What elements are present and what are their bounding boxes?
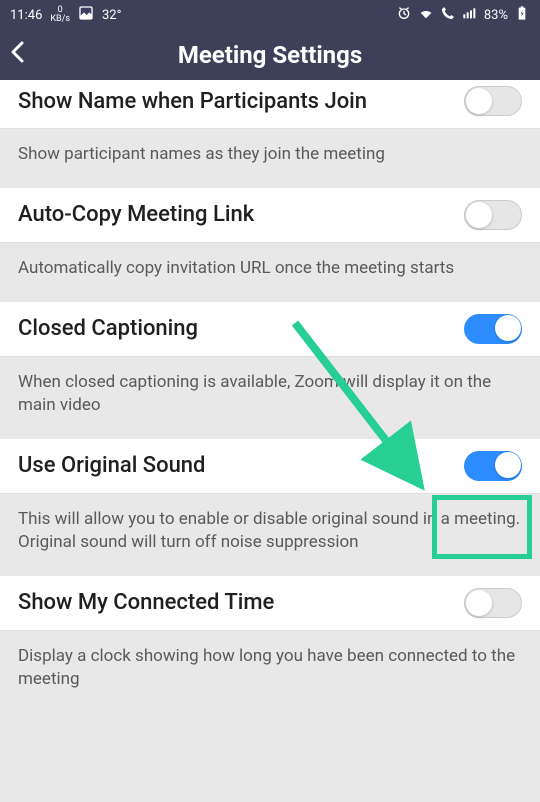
setting-title: Show My Connected Time [18,590,464,615]
status-battery: 83% [484,8,508,23]
status-time: 11:46 [10,8,42,23]
setting-desc: Show participant names as they join the … [0,129,540,188]
setting-row-show-name[interactable]: Show Name when Participants Join [0,80,540,129]
setting-title: Auto-Copy Meeting Link [18,202,464,227]
setting-row-connected-time[interactable]: Show My Connected Time [0,576,540,631]
setting-title: Use Original Sound [18,453,464,478]
status-left: 11:46 0 KB/s 32° [10,5,121,25]
toggle-show-name[interactable] [464,86,522,116]
battery-icon [514,5,530,25]
toggle-closed-captioning[interactable] [464,314,522,344]
setting-title: Show Name when Participants Join [18,89,464,114]
setting-desc: When closed captioning is available, Zoo… [0,357,540,439]
setting-row-auto-copy[interactable]: Auto-Copy Meeting Link [0,188,540,243]
setting-row-closed-captioning[interactable]: Closed Captioning [0,302,540,357]
setting-desc: This will allow you to enable or disable… [0,494,540,576]
back-button[interactable] [10,40,24,70]
toggle-original-sound[interactable] [464,451,522,481]
setting-title: Closed Captioning [18,316,464,341]
toggle-auto-copy[interactable] [464,200,522,230]
status-temp: 32° [102,8,121,23]
status-bar: 11:46 0 KB/s 32° 83% [0,0,540,30]
image-icon [78,5,94,25]
wifi-icon [418,5,434,25]
setting-desc: Display a clock showing how long you hav… [0,631,540,713]
status-right: 83% [396,5,530,25]
setting-desc: Automatically copy invitation URL once t… [0,243,540,302]
alarm-icon [396,5,412,25]
call-icon [440,5,456,25]
page-title: Meeting Settings [0,41,540,69]
setting-row-original-sound[interactable]: Use Original Sound [0,439,540,494]
header: Meeting Settings [0,30,540,80]
status-speed: 0 KB/s [50,6,70,24]
signal-icon [462,5,478,25]
toggle-connected-time[interactable] [464,588,522,618]
